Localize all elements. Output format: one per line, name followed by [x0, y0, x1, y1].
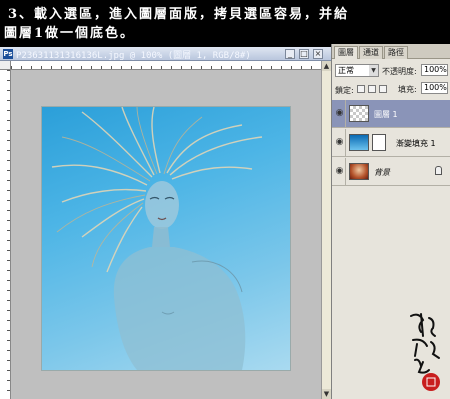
horizontal-ruler[interactable] — [11, 61, 321, 70]
photoshop-doc-icon: Ps — [3, 49, 13, 59]
panel-tabs: 圖層 通道 路徑 — [332, 44, 450, 59]
instruction-line-1: 3、載入選區，進入圖層面版，拷貝選區容易，并給 — [8, 7, 350, 22]
maximize-button[interactable]: □ — [299, 49, 309, 59]
eye-icon[interactable]: ◉ — [334, 137, 345, 148]
scroll-up-icon[interactable]: ▲ — [322, 61, 331, 71]
minimize-button[interactable]: _ — [285, 49, 295, 59]
layer-row-background[interactable]: ◉ 背景 — [332, 158, 450, 186]
vertical-scrollbar[interactable]: ▲ ▼ — [321, 61, 331, 399]
eye-icon[interactable]: ◉ — [334, 166, 345, 177]
fill-input[interactable]: 100% — [421, 82, 448, 94]
layer-name: 背景 — [374, 168, 390, 177]
scroll-down-icon[interactable]: ▼ — [322, 389, 331, 399]
document-title-bar[interactable]: Ps P23631131316136L.jpg @ 100% (圖層 1, RG… — [0, 47, 331, 61]
tab-layers[interactable]: 圖層 — [334, 46, 358, 59]
layer-name: 漸變填充 1 — [396, 139, 436, 148]
artist-signature-seal — [405, 310, 449, 394]
visibility-toggle[interactable]: ◉ — [332, 158, 346, 185]
canvas-area[interactable] — [12, 70, 321, 399]
lock-icon — [435, 166, 442, 175]
lock-image-icon[interactable] — [368, 85, 376, 93]
instruction-banner: 3、載入選區，進入圖層面版，拷貝選區容易，并給 圖層1做一個底色。 — [0, 0, 450, 44]
eye-icon[interactable]: ◉ — [334, 108, 345, 119]
ruler-corner[interactable] — [0, 61, 11, 70]
vertical-ruler[interactable] — [0, 70, 11, 399]
artwork-illustration — [51, 107, 263, 370]
visibility-toggle[interactable]: ◉ — [332, 100, 346, 127]
layer-mask-thumbnail[interactable] — [372, 134, 386, 151]
visibility-toggle[interactable]: ◉ — [332, 129, 346, 156]
artwork-image[interactable] — [42, 107, 290, 370]
close-button[interactable]: × — [313, 49, 323, 59]
document-title: P23631131316136L.jpg @ 100% (圖層 1, RGB/8… — [16, 51, 251, 61]
instruction-line-2: 圖層1做一個底色。 — [4, 26, 136, 41]
background-thumbnail — [349, 163, 369, 180]
layer-row-gradient-fill[interactable]: ◉ 漸變填充 1 — [332, 129, 450, 157]
opacity-label: 不透明度: — [382, 67, 417, 76]
lock-label: 鎖定: — [335, 86, 354, 95]
tab-channels[interactable]: 通道 — [359, 46, 383, 59]
layer-name: 圖層 1 — [374, 110, 398, 119]
fill-label: 填充: — [398, 85, 417, 94]
gradient-thumbnail — [349, 134, 369, 151]
document-window: Ps P23631131316136L.jpg @ 100% (圖層 1, RG… — [0, 47, 331, 399]
lock-transparency-icon[interactable] — [357, 85, 365, 93]
signature-drawing — [410, 313, 440, 391]
tab-paths[interactable]: 路徑 — [384, 46, 408, 59]
layer-thumbnail — [349, 105, 369, 122]
chevron-down-icon[interactable]: ▼ — [369, 65, 378, 76]
layer-row-layer-1[interactable]: ◉ 圖層 1 — [332, 100, 450, 128]
lock-position-icon[interactable] — [379, 85, 387, 93]
opacity-input[interactable]: 100% — [421, 64, 448, 76]
